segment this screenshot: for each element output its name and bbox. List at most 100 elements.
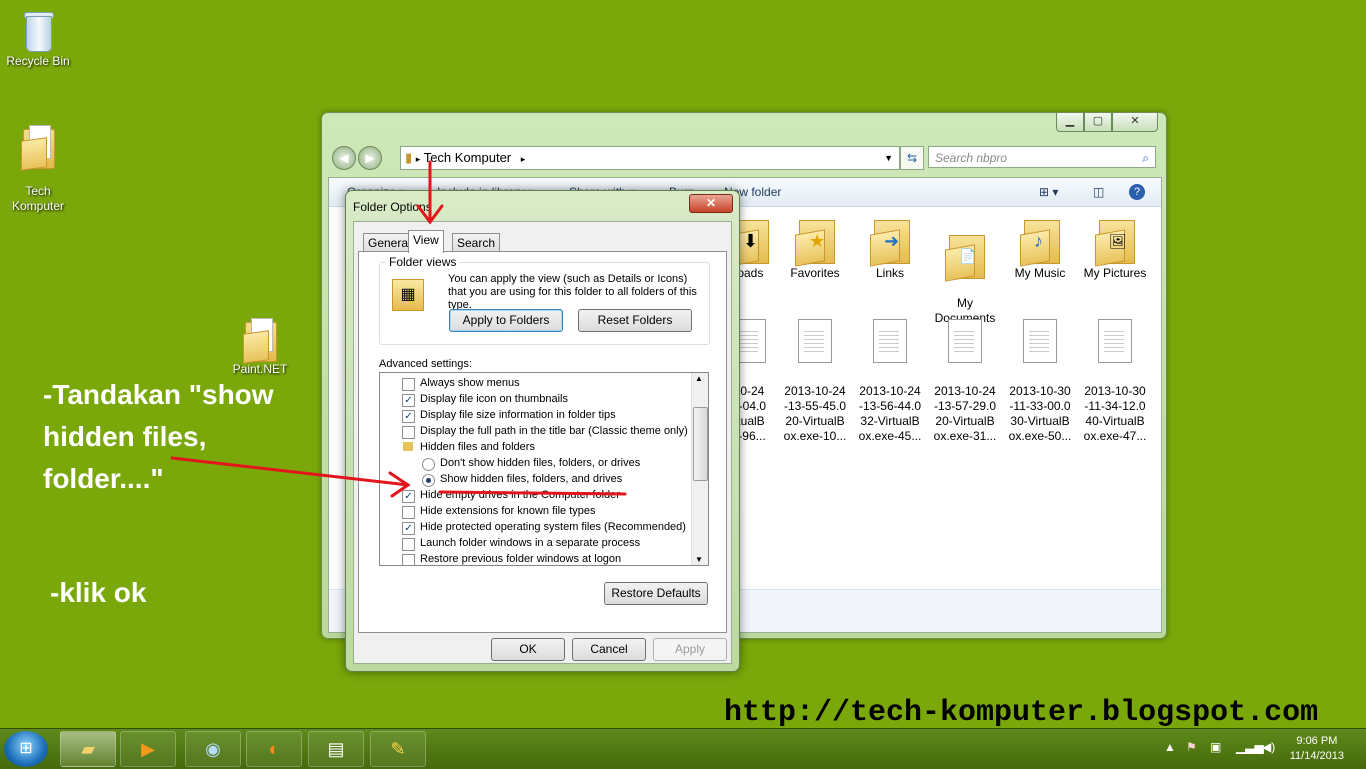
chevron-down-icon[interactable]: ▼ — [884, 147, 893, 169]
setting-row[interactable]: Hide extensions for known file types — [420, 503, 595, 519]
show-hidden-icons[interactable]: ▲ — [1164, 740, 1176, 754]
file-item[interactable]: 2013-10-24 -13-57-29.0 20-VirtualB ox.ex… — [929, 304, 1001, 444]
folder-my-music[interactable]: ♪ My Music — [1004, 216, 1076, 281]
setting-row[interactable]: Hide empty drives in the Computer folder — [420, 487, 620, 503]
network-icon[interactable]: ▁▃▅ — [1236, 740, 1264, 754]
preview-pane-icon[interactable]: ◫ — [1093, 178, 1104, 206]
scroll-thumb[interactable] — [693, 407, 708, 481]
address-bar[interactable]: ▮ ▸ Tech Komputer ▸ ▼ — [400, 146, 900, 170]
text-file-icon — [873, 319, 907, 363]
documents-folder-icon: 📄 — [945, 231, 985, 282]
search-placeholder: Search nbpro — [935, 151, 1008, 165]
file-item[interactable]: 2013-10-24 -13-55-45.0 20-VirtualB ox.ex… — [779, 304, 851, 444]
device-icon[interactable]: ▣ — [1210, 740, 1221, 754]
folder-label: My Music — [1014, 266, 1066, 280]
radio-selected[interactable] — [422, 474, 435, 487]
setting-label: Restore previous folder windows at logon — [420, 553, 622, 565]
setting-row[interactable]: Always show menus — [420, 375, 520, 391]
ok-button[interactable]: OK — [491, 638, 565, 661]
tab-view[interactable]: View — [408, 230, 444, 253]
setting-row[interactable]: Hide protected operating system files (R… — [420, 519, 686, 535]
checkbox-checked[interactable]: ✓ — [402, 410, 415, 423]
scroll-down-icon[interactable]: ▼ — [695, 555, 703, 564]
taskbar-paint[interactable]: ✎ — [370, 731, 426, 767]
setting-row[interactable]: Display file icon on thumbnails — [420, 391, 568, 407]
close-button[interactable]: ✕ — [1112, 113, 1158, 132]
radio-button[interactable] — [422, 458, 435, 471]
start-button[interactable]: ⊞ — [4, 731, 48, 767]
setting-row[interactable]: Show hidden files, folders, and drives — [440, 471, 622, 487]
refresh-button[interactable]: ⇆ — [900, 146, 924, 170]
checkbox-checked[interactable]: ✓ — [402, 394, 415, 407]
setting-row[interactable]: Don't show hidden files, folders, or dri… — [440, 455, 640, 471]
folder-favorites[interactable]: ★ Favorites — [779, 216, 851, 281]
file-item[interactable]: 2013-10-30 -11-33-00.0 30-VirtualB ox.ex… — [1004, 304, 1076, 444]
dialog-title: Folder Options — [353, 200, 432, 214]
help-icon[interactable]: ? — [1129, 184, 1145, 200]
recycle-bin-icon — [21, 8, 55, 52]
checkbox[interactable] — [402, 506, 415, 519]
setting-label: Hide empty drives in the Computer folder — [420, 489, 620, 501]
folder-links[interactable]: ➜ Links — [854, 216, 926, 281]
favorites-folder-icon: ★ — [795, 216, 835, 267]
click-ok-annotation: -klik ok — [50, 577, 147, 608]
folder-options-dialog: Folder Options ✕ General View Search Fol… — [345, 190, 740, 672]
setting-row[interactable]: Display file size information in folder … — [420, 407, 616, 423]
taskbar-app-globe[interactable]: ◉ — [185, 731, 241, 767]
firefox-icon: ◐ — [268, 739, 280, 759]
taskbar-firefox[interactable]: ◐ — [246, 731, 302, 767]
links-folder-icon: ➜ — [870, 216, 910, 267]
window-icon: ▤ — [327, 739, 345, 759]
taskbar-explorer[interactable]: ▰ — [60, 731, 116, 767]
checkbox-checked[interactable]: ✓ — [402, 522, 415, 535]
breadcrumb[interactable]: Tech Komputer — [424, 150, 511, 165]
tab-search[interactable]: Search — [452, 233, 501, 252]
view-options-icon[interactable]: ⊞ ▾ — [1039, 178, 1058, 206]
paint-palette-icon: ✎ — [390, 739, 406, 759]
setting-row[interactable]: Launch folder windows in a separate proc… — [420, 535, 640, 551]
system-clock[interactable]: 9:06 PM 11/14/2013 — [1290, 734, 1344, 764]
folder-views-group: Folder views ▦ You can apply the view (s… — [379, 255, 710, 345]
restore-defaults-button[interactable]: Restore Defaults — [604, 582, 708, 605]
apply-to-folders-button[interactable]: Apply to Folders — [449, 309, 563, 332]
back-button[interactable]: ◀ — [332, 146, 356, 170]
instruction-line: folder...." — [43, 463, 164, 494]
file-label: 2013-10-24 -13-55-45.0 20-VirtualB ox.ex… — [783, 384, 847, 443]
checkbox[interactable] — [402, 426, 415, 439]
cancel-button[interactable]: Cancel — [572, 638, 646, 661]
volume-icon[interactable]: ◀) — [1262, 740, 1275, 754]
maximize-button[interactable]: ▢ — [1084, 113, 1112, 132]
file-item[interactable]: 2013-10-30 -11-34-12.0 40-VirtualB ox.ex… — [1079, 304, 1151, 444]
checkbox[interactable] — [402, 538, 415, 551]
action-center-icon[interactable]: ⚑ — [1186, 740, 1197, 754]
setting-label: Don't show hidden files, folders, or dri… — [440, 457, 641, 469]
text-file-icon — [798, 319, 832, 363]
search-input[interactable]: Search nbpro ⌕ — [928, 146, 1156, 168]
settings-scrollbar[interactable]: ▲ ▼ — [691, 373, 708, 565]
setting-row[interactable]: Display the full path in the title bar (… — [420, 423, 688, 439]
setting-row[interactable]: Hidden files and folders — [420, 439, 535, 455]
taskbar: ⊞ ▰ ▶ ◉ ◐ ▤ ✎ ▲ ⚑ ▣ ▁▃▅ ◀) 9:06 PM 11/14… — [0, 728, 1366, 769]
refresh-icon: ⇆ — [906, 151, 918, 165]
setting-row[interactable]: Restore previous folder windows at logon — [420, 551, 622, 565]
taskbar-media-player[interactable]: ▶ — [120, 731, 176, 767]
desktop-icon-tech-komputer[interactable]: Tech Komputer — [0, 110, 76, 214]
advanced-settings-list[interactable]: Always show menus Display file icon on th… — [379, 372, 709, 566]
scroll-up-icon[interactable]: ▲ — [695, 374, 703, 383]
desktop-icon-paint-net[interactable]: Paint.NET — [222, 318, 298, 377]
checkbox[interactable] — [402, 378, 415, 391]
globe-icon: ◉ — [205, 739, 221, 759]
window-caption-buttons: ▁ ▢ ✕ — [1056, 113, 1158, 132]
folder-my-pictures[interactable]: 🖼 My Pictures — [1079, 216, 1151, 281]
reset-folders-button[interactable]: Reset Folders — [578, 309, 692, 332]
file-item[interactable]: 2013-10-24 -13-56-44.0 32-VirtualB ox.ex… — [854, 304, 926, 444]
checkbox-checked[interactable]: ✓ — [402, 490, 415, 503]
checkbox[interactable] — [402, 554, 415, 565]
dialog-close-button[interactable]: ✕ — [689, 194, 733, 213]
instruction-annotation: -Tandakan "show hidden files, folder....… — [43, 374, 274, 500]
minimize-button[interactable]: ▁ — [1056, 113, 1084, 132]
setting-label: Always show menus — [420, 377, 520, 389]
forward-button[interactable]: ▶ — [358, 146, 382, 170]
taskbar-window[interactable]: ▤ — [308, 731, 364, 767]
desktop-icon-recycle-bin[interactable]: Recycle Bin — [0, 8, 76, 69]
